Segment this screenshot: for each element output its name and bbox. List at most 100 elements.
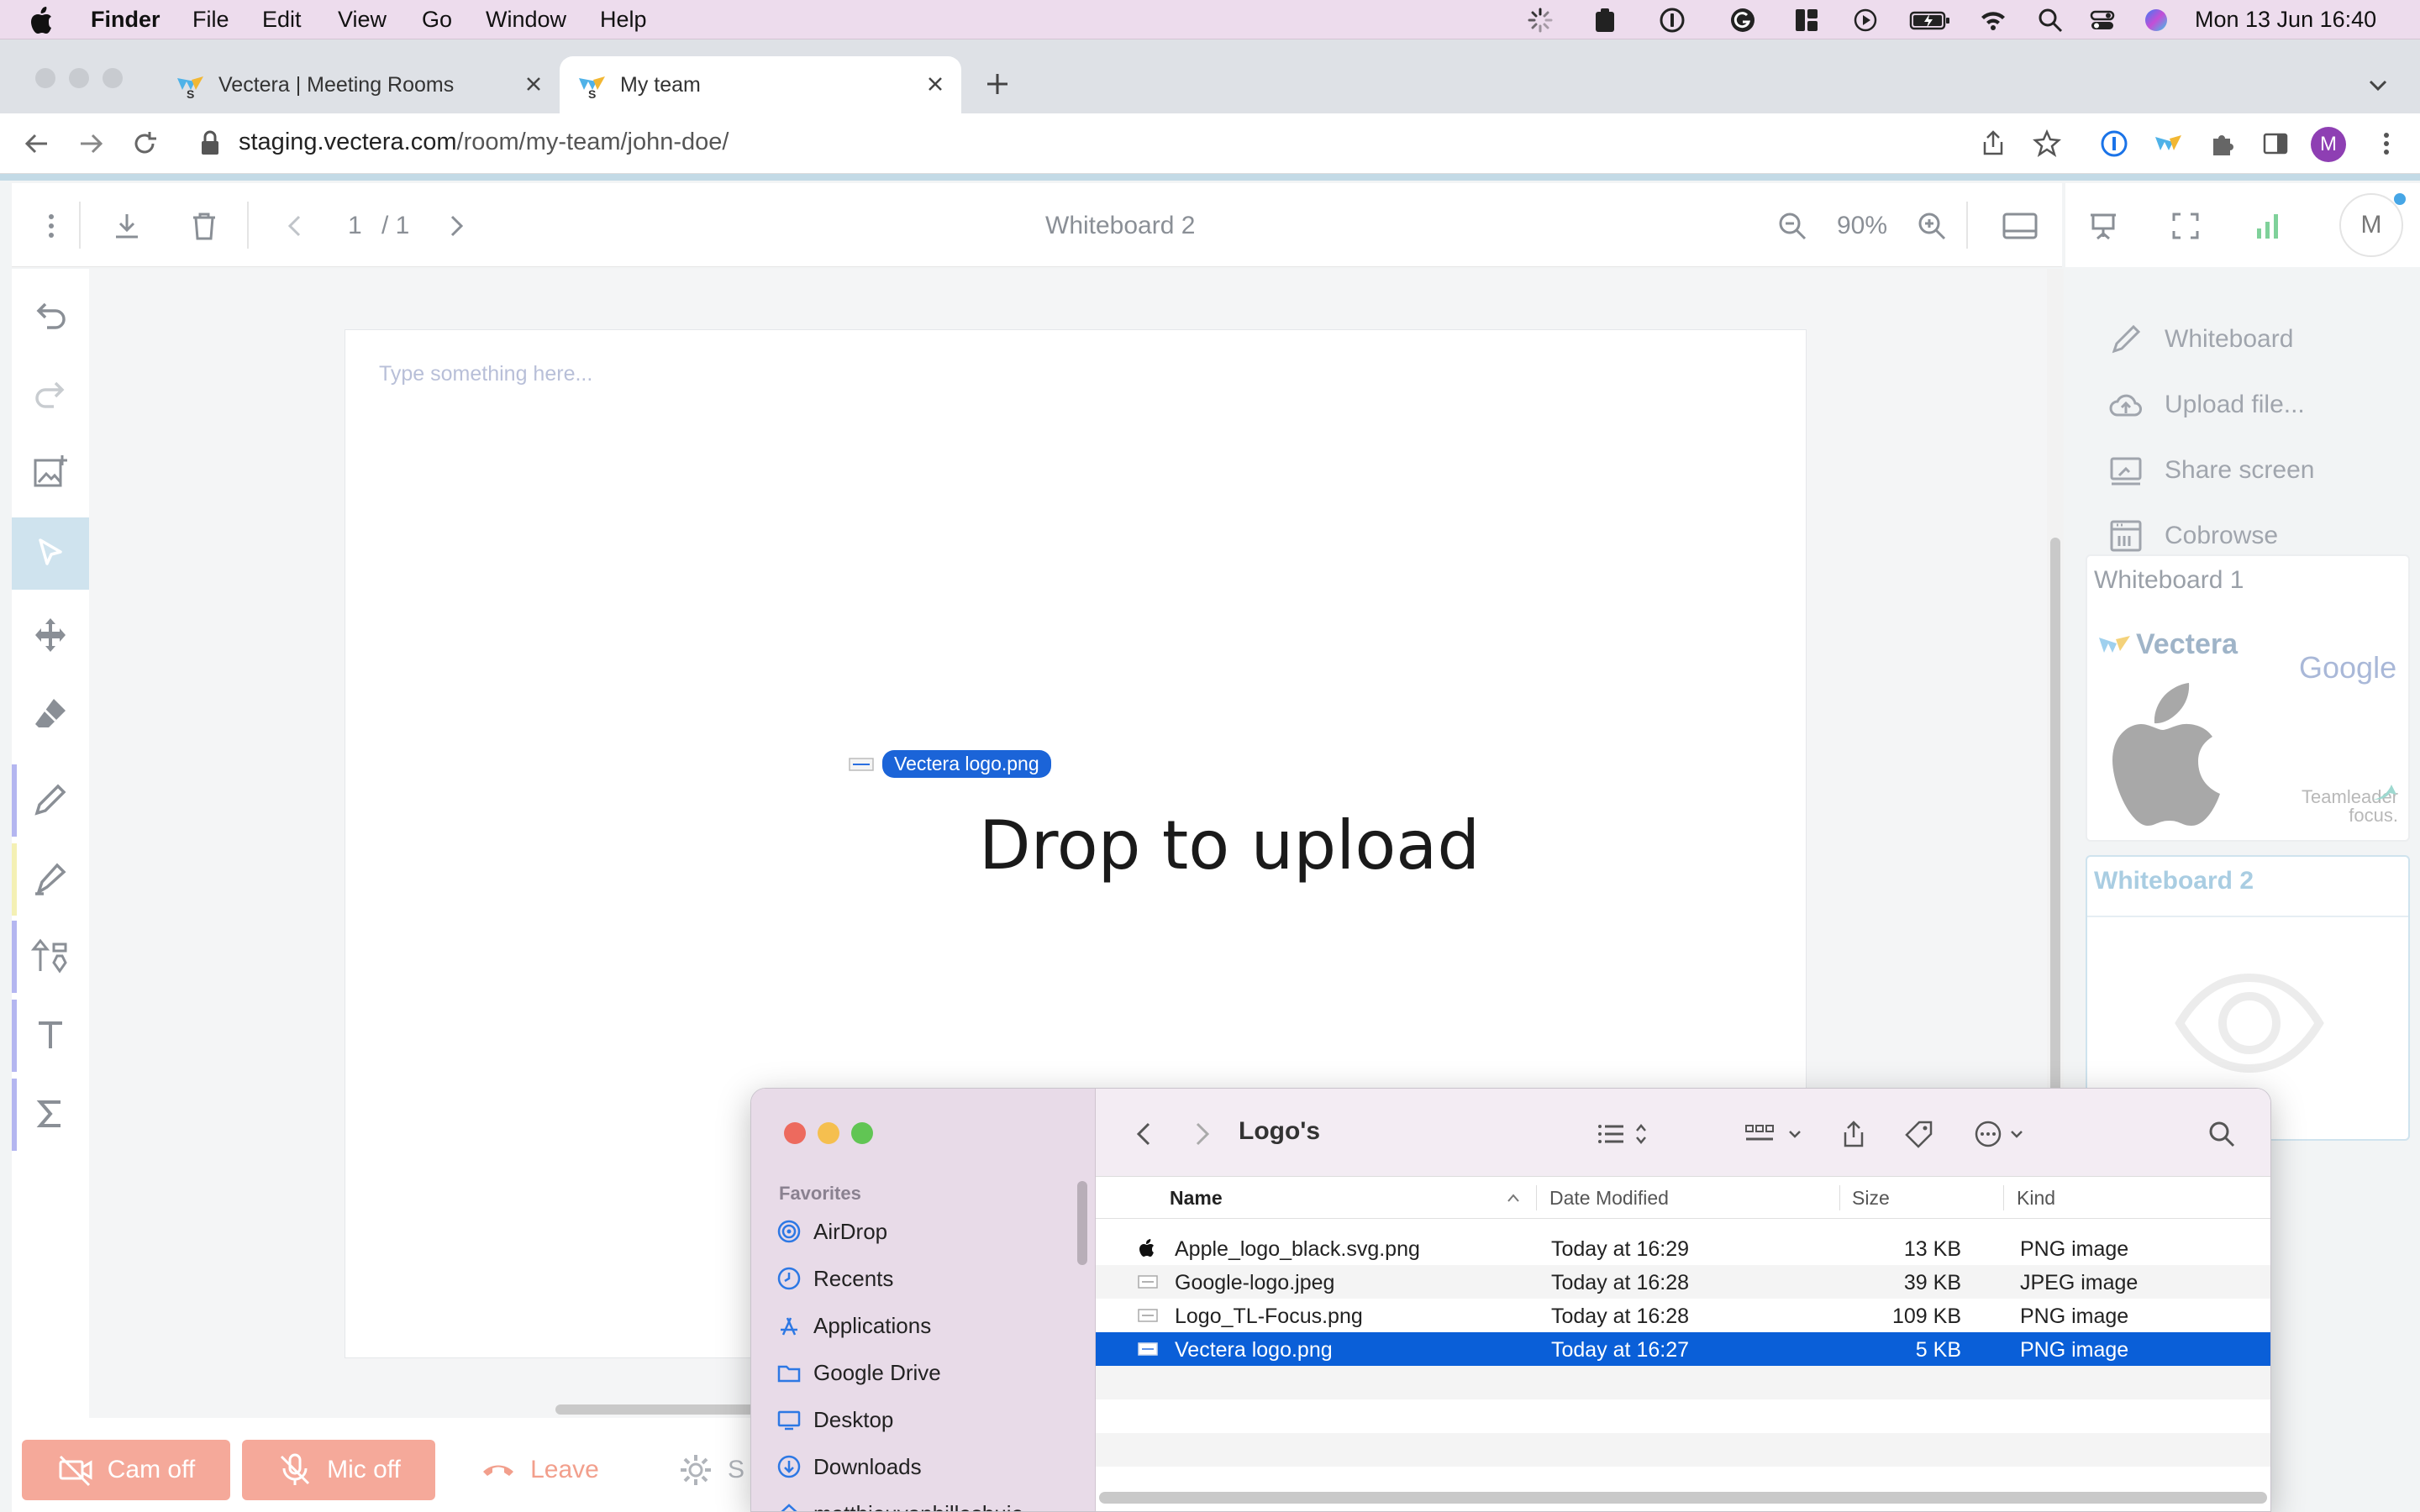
fullscreen-icon[interactable] — [2170, 210, 2202, 242]
select-tool[interactable] — [12, 517, 89, 590]
formula-sigma-icon[interactable] — [30, 1094, 71, 1134]
tab-vectera-meeting-rooms[interactable]: S Vectera | Meeting Rooms — [143, 56, 560, 113]
lock-icon[interactable] — [198, 129, 222, 159]
mic-off-button[interactable]: Mic off — [242, 1440, 435, 1500]
upload-file-option[interactable]: Upload file... — [2107, 381, 2305, 428]
presentation-icon[interactable] — [2087, 210, 2119, 242]
menu-finder[interactable]: Finder — [91, 7, 160, 33]
reload-icon[interactable] — [129, 129, 160, 159]
column-divider[interactable] — [1536, 1185, 1537, 1210]
more-actions-icon[interactable] — [1973, 1119, 2032, 1149]
list-view-icon[interactable] — [1595, 1119, 1654, 1149]
file-row-selected[interactable]: Vectera logo.png Today at 16:27 5 KB PNG… — [1096, 1332, 2270, 1366]
zoom-level[interactable]: 90% — [1837, 212, 1887, 240]
file-row[interactable]: Apple_logo_black.svg.png Today at 16:29 … — [1096, 1231, 2270, 1265]
menu-edit[interactable]: Edit — [262, 7, 302, 33]
column-kind[interactable]: Kind — [2017, 1187, 2055, 1210]
pan-move-icon[interactable] — [30, 615, 71, 655]
highlighter-icon[interactable] — [30, 858, 71, 899]
eraser-icon[interactable] — [30, 694, 71, 734]
more-vertical-icon[interactable] — [35, 210, 67, 242]
profile-avatar[interactable]: M — [2311, 127, 2346, 162]
file-row[interactable]: Google-logo.jpeg Today at 16:28 39 KB JP… — [1096, 1265, 2270, 1299]
extensions-puzzle-icon[interactable] — [2207, 129, 2237, 159]
loading-spinner-icon[interactable] — [1527, 7, 1554, 34]
whiteboard-option[interactable]: Whiteboard — [2107, 316, 2293, 363]
menu-file[interactable]: File — [192, 7, 229, 33]
play-icon[interactable] — [1852, 7, 1879, 34]
menu-go[interactable]: Go — [422, 7, 452, 33]
share-icon[interactable] — [1978, 129, 2008, 159]
sidebar-item-applications[interactable]: Applications — [776, 1309, 931, 1342]
page-current[interactable]: 1 — [348, 212, 362, 240]
tab-search-chevron-icon[interactable] — [2366, 73, 2390, 97]
pencil-icon[interactable] — [30, 780, 71, 820]
menubar-clock[interactable]: Mon 13 Jun 16:40 — [2195, 7, 2376, 33]
finder-close-button[interactable] — [784, 1122, 806, 1144]
trash-icon[interactable] — [188, 210, 220, 242]
zoom-out-icon[interactable] — [1776, 210, 1808, 242]
1password-icon[interactable] — [1659, 7, 1686, 34]
more-menu-icon[interactable] — [2371, 129, 2402, 159]
finder-search-icon[interactable] — [2207, 1119, 2237, 1149]
wifi-icon[interactable] — [1980, 7, 2007, 34]
finder-share-icon[interactable] — [1839, 1119, 1869, 1149]
finder-back-icon[interactable] — [1131, 1119, 1156, 1149]
previous-page-icon[interactable] — [279, 210, 311, 242]
share-screen-option[interactable]: Share screen — [2107, 447, 2314, 494]
url-field[interactable]: staging.vectera.com/room/my-team/john-do… — [239, 129, 729, 156]
user-avatar[interactable]: M — [2339, 193, 2403, 257]
grammarly-icon[interactable] — [1729, 7, 1756, 34]
cam-off-button[interactable]: Cam off — [22, 1440, 230, 1500]
leave-button[interactable]: Leave — [464, 1440, 615, 1500]
signal-stats-icon[interactable] — [2252, 210, 2284, 242]
layout-icon[interactable] — [1793, 7, 1820, 34]
sidebar-scrollbar[interactable] — [1077, 1181, 1087, 1265]
sidebar-item-home[interactable]: matthieuvanhillesbuie — [776, 1497, 1023, 1511]
finder-minimize-button[interactable] — [818, 1122, 839, 1144]
menu-window[interactable]: Window — [486, 7, 566, 33]
sidebar-item-downloads[interactable]: Downloads — [776, 1450, 922, 1483]
side-panel-icon[interactable] — [2260, 129, 2291, 159]
back-icon[interactable] — [22, 129, 52, 159]
toggle-panel-icon[interactable] — [2002, 210, 2039, 242]
apple-icon[interactable] — [30, 6, 55, 34]
column-size[interactable]: Size — [1852, 1187, 1890, 1210]
sidebar-item-airdrop[interactable]: AirDrop — [776, 1215, 887, 1248]
finder-horizontal-scrollbar[interactable] — [1099, 1492, 2267, 1504]
redo-icon[interactable] — [30, 375, 71, 415]
1password-extension-icon[interactable] — [2099, 129, 2129, 159]
forward-icon[interactable] — [76, 129, 106, 159]
control-center-icon[interactable] — [2089, 7, 2116, 34]
shapes-icon[interactable] — [30, 936, 71, 976]
window-minimize-button[interactable] — [69, 68, 89, 88]
new-tab-icon[interactable] — [983, 70, 1012, 98]
tag-icon[interactable] — [1904, 1119, 1934, 1149]
sidebar-item-recents[interactable]: Recents — [776, 1262, 893, 1295]
menu-help[interactable]: Help — [600, 7, 647, 33]
download-icon[interactable] — [111, 210, 143, 242]
bookmark-star-icon[interactable] — [2032, 129, 2062, 159]
search-icon[interactable] — [2037, 7, 2064, 34]
sort-ascending-icon[interactable] — [1506, 1192, 1521, 1204]
close-tab-icon[interactable] — [523, 73, 544, 95]
vectera-extension-icon[interactable] — [2153, 129, 2183, 159]
clipboard-icon[interactable] — [1591, 7, 1618, 34]
undo-icon[interactable] — [30, 296, 71, 336]
column-divider[interactable] — [1839, 1185, 1840, 1210]
next-page-icon[interactable] — [440, 210, 472, 242]
tab-my-team[interactable]: S My team — [560, 56, 961, 113]
text-tool-icon[interactable] — [30, 1015, 71, 1055]
window-close-button[interactable] — [35, 68, 55, 88]
finder-zoom-button[interactable] — [851, 1122, 873, 1144]
siri-icon[interactable] — [2143, 7, 2170, 34]
add-image-icon[interactable] — [30, 452, 71, 492]
text-placeholder[interactable]: Type something here... — [379, 362, 592, 386]
group-by-icon[interactable] — [1743, 1119, 1805, 1149]
finder-forward-icon[interactable] — [1190, 1119, 1215, 1149]
menu-view[interactable]: View — [338, 7, 387, 33]
window-zoom-button[interactable] — [103, 68, 123, 88]
sidebar-item-desktop[interactable]: Desktop — [776, 1403, 893, 1436]
zoom-in-icon[interactable] — [1916, 210, 1948, 242]
close-tab-icon[interactable] — [924, 73, 946, 95]
